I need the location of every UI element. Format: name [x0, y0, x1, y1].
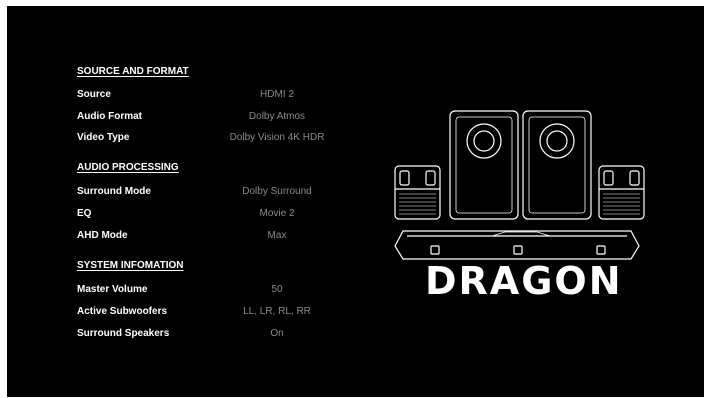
info-label: Video Type: [77, 132, 130, 143]
info-label: Source: [77, 89, 111, 100]
left-subwoofer-icon: [449, 110, 519, 220]
info-label: Master Volume: [77, 284, 148, 295]
info-value: LL, LR, RL, RR: [243, 306, 311, 317]
info-value: Max: [267, 230, 287, 241]
right-satellite-speaker-icon: [598, 165, 645, 220]
info-value: HDMI 2: [260, 89, 294, 100]
section-title-audio-processing: AUDIO PROCESSING: [77, 162, 179, 173]
system-info-panel: SOURCE AND FORMAT Source HDMI 2 Audio Fo…: [7, 6, 407, 397]
info-value: Dolby Atmos: [248, 111, 306, 122]
right-subwoofer-icon: [522, 110, 592, 220]
info-value: 50: [271, 284, 283, 295]
info-row-active-subwoofers: Active Subwoofers LL, LR, RL, RR: [77, 306, 377, 320]
section-title-system-information: SYSTEM INFOMATION: [77, 260, 184, 271]
info-row-surround-mode: Surround Mode Dolby Surround: [77, 186, 377, 200]
info-value: On: [270, 328, 284, 339]
info-label: Surround Speakers: [77, 328, 170, 339]
info-row-source: Source HDMI 2: [77, 89, 377, 103]
info-value: Dolby Vision 4K HDR: [229, 132, 325, 143]
info-row-video-type: Video Type Dolby Vision 4K HDR: [77, 132, 377, 146]
section-title-source-format: SOURCE AND FORMAT: [77, 66, 189, 77]
info-row-eq: EQ Movie 2: [77, 208, 377, 222]
left-satellite-speaker-icon: [394, 165, 441, 220]
info-value: Dolby Surround: [242, 186, 312, 197]
info-row-ahd-mode: AHD Mode Max: [77, 230, 377, 244]
info-row-master-volume: Master Volume 50: [77, 284, 377, 298]
soundbar-icon: [394, 230, 640, 260]
info-label: AHD Mode: [77, 230, 128, 241]
status-screen: SOURCE AND FORMAT Source HDMI 2 Audio Fo…: [7, 6, 704, 397]
info-row-surround-speakers: Surround Speakers On: [77, 328, 377, 342]
info-label: Surround Mode: [77, 186, 151, 197]
info-label: EQ: [77, 208, 92, 219]
info-value: Movie 2: [259, 208, 295, 219]
info-label: Active Subwoofers: [77, 306, 168, 317]
info-row-audio-format: Audio Format Dolby Atmos: [77, 111, 377, 125]
brand-logo: DRAGON: [425, 259, 623, 303]
info-label: Audio Format: [77, 111, 142, 122]
